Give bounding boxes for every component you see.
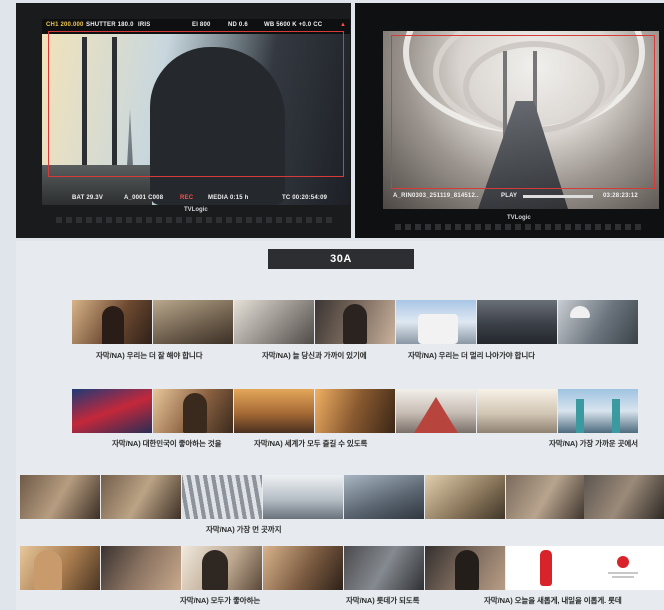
logo-tagline-line [608, 572, 638, 574]
storyboard-frame [153, 389, 233, 433]
caption: 자막/NA) 오늘을 새롭게, 내일을 이롭게. 롯데 [484, 596, 622, 605]
storyboard-frame [234, 389, 314, 433]
storyboard-frame [425, 475, 505, 519]
storyboard-frame [20, 546, 100, 590]
osd-wb: WB 5600 K +0.0 CC [264, 22, 323, 28]
storyboard-frame [344, 475, 424, 519]
osd-ei: EI 800 [192, 22, 211, 28]
building-shape [418, 314, 458, 344]
person-shape [183, 393, 207, 433]
caption: 자막/NA) 모두가 좋아하는 [180, 596, 261, 605]
left-monitor-photo: CH1 200.000 SHUTTER 180.0 IRIS EI 800 ND… [16, 3, 351, 238]
caption: 자막/NA) 늘 당신과 가까이 있기에 [262, 351, 367, 360]
caption: 자막/NA) 우리는 더 멀리 나아가야 합니다 [408, 351, 535, 360]
right-monitor-screen: A_RIN0303_251119_814512.. PLAY 03:28:23:… [383, 31, 659, 209]
storyboard-frame [396, 389, 476, 433]
monitor-brand: TVLogic [507, 215, 531, 221]
person-shape [455, 550, 479, 590]
storyboard-frame [101, 546, 181, 590]
osd-fps: CH1 200.000 [46, 22, 84, 28]
osd-iris: IRIS [138, 22, 151, 28]
osd-play: PLAY [501, 193, 518, 199]
storyboard-frame [506, 475, 586, 519]
record-indicator-icon: ▲ [340, 22, 347, 28]
tower-shape [612, 399, 620, 433]
caption: 자막/NA) 우리는 더 잘 해야 합니다 [96, 351, 203, 360]
bottle-icon [540, 550, 552, 586]
storyboard-frame [558, 389, 638, 433]
osd-battery: BAT 29.3V [72, 195, 104, 201]
storyboard-frame [263, 546, 343, 590]
caption: 자막/NA) 세계가 모두 즐길 수 있도록 [254, 439, 368, 448]
osd-nd: ND 0.6 [228, 22, 248, 28]
person-shape [202, 550, 228, 590]
frame-guide [48, 31, 344, 177]
lotte-logo-icon [617, 556, 629, 568]
left-monitor-screen: CH1 200.000 SHUTTER 180.0 IRIS EI 800 ND… [42, 19, 350, 205]
person-shape [34, 550, 62, 590]
storyboard-frame [477, 389, 557, 433]
frame-guide [391, 35, 655, 189]
storyboard-frame [101, 475, 181, 519]
storyboard-frame [396, 300, 476, 344]
caption: 자막/NA) 가장 가까운 곳에서 [549, 439, 638, 448]
osd-rec: REC [180, 195, 194, 201]
storyboard: 30A 자막/NA) 우리는 더 잘 해야 합니다 자막/NA) 늘 당신과 가… [16, 241, 664, 610]
caption: 자막/NA) 가장 먼 곳까지 [206, 525, 282, 534]
caption: 자막/NA) 대한민국이 좋아하는 것을 [112, 439, 222, 448]
storyboard-frame [20, 475, 100, 519]
playback-progress [523, 195, 593, 198]
monitor-buttons [395, 224, 645, 230]
storyboard-frame [315, 300, 395, 344]
storyboard-frame [558, 300, 638, 344]
person-shape [102, 306, 124, 344]
osd-timecode: 03:28:23:12 [603, 193, 638, 199]
hardhat-shape [570, 306, 590, 318]
storyboard-frame [72, 300, 152, 344]
osd-media: MEDIA 0:15 h [208, 195, 249, 201]
storyboard-title: 30A [268, 249, 414, 269]
osd-shutter: SHUTTER 180.0 [86, 22, 134, 28]
storyboard-frame [153, 300, 233, 344]
osd-clip: A_0001 C008 [124, 195, 164, 201]
person-shape [343, 304, 367, 344]
storyboard-frame [234, 300, 314, 344]
storyboard-frame [584, 546, 664, 590]
screenshot-page: CH1 200.000 SHUTTER 180.0 IRIS EI 800 ND… [0, 0, 664, 610]
storyboard-frame [344, 546, 424, 590]
tower-shape [576, 399, 584, 433]
storyboard-frame [477, 300, 557, 344]
storyboard-frame [263, 475, 343, 519]
storyboard-frame [182, 475, 262, 519]
storyboard-frame [182, 546, 262, 590]
logo-tagline-line [612, 576, 634, 578]
storyboard-frame [72, 389, 152, 433]
osd-timecode: TC 00:20:54:09 [282, 195, 328, 201]
right-monitor-photo: A_RIN0303_251119_814512.. PLAY 03:28:23:… [355, 3, 664, 238]
storyboard-frame [584, 475, 664, 519]
building-shape [414, 397, 458, 433]
storyboard-frame [506, 546, 586, 590]
monitor-buttons [56, 217, 336, 223]
caption: 자막/NA) 롯데가 되도록 [346, 596, 420, 605]
monitor-brand: TVLogic [184, 207, 208, 213]
storyboard-frame [315, 389, 395, 433]
osd-clip-name: A_RIN0303_251119_814512.. [393, 193, 479, 199]
storyboard-frame [425, 546, 505, 590]
